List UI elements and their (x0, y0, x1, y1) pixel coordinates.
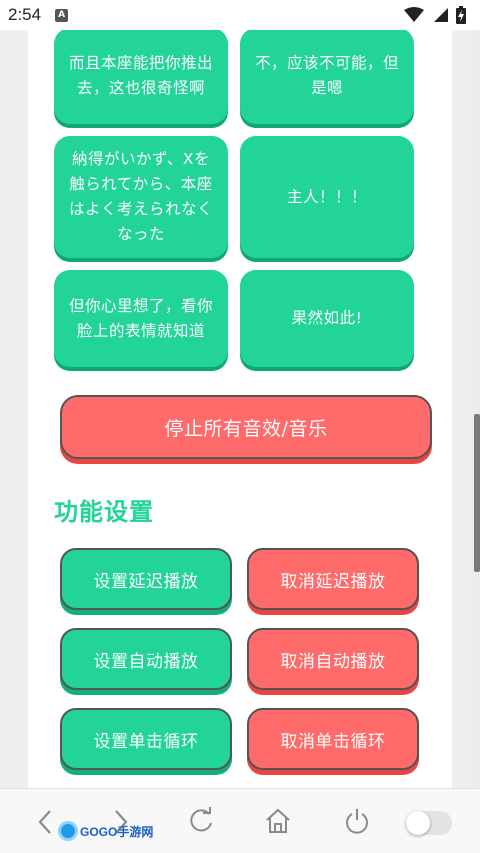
sound-tile[interactable]: 納得がいかず、Xを触られてから、本座はよく考えられなくなった (54, 136, 228, 258)
home-icon[interactable] (264, 807, 292, 835)
content-page[interactable]: 而且本座能把你推出去，这也很奇怪啊 不，应该不可能，但是嗯 納得がいかず、Xを触… (28, 30, 452, 788)
set-click-loop-button[interactable]: 设置单击循环 (60, 708, 232, 770)
sound-tile[interactable]: 主人！！！ (240, 136, 414, 258)
gogo-watermark-logo: GOGO手游网 (58, 821, 153, 841)
toggle-knob (406, 811, 430, 835)
back-icon[interactable] (36, 809, 54, 835)
wifi-icon (404, 7, 424, 22)
cancel-delay-play-button[interactable]: 取消延迟播放 (247, 548, 419, 610)
sound-tile[interactable]: 不，应该不可能，但是嗯 (240, 30, 414, 124)
mode-toggle-switch[interactable] (406, 811, 452, 835)
refresh-icon[interactable] (188, 807, 214, 835)
notification-a-icon: A (55, 8, 69, 22)
status-time: 2:54 (8, 5, 42, 24)
power-icon[interactable] (344, 807, 370, 835)
stop-all-sounds-button[interactable]: 停止所有音效/音乐 (60, 395, 432, 459)
signal-icon (434, 8, 448, 22)
scrollbar-thumb[interactable] (474, 414, 480, 572)
sound-tile[interactable]: 而且本座能把你推出去，这也很奇怪啊 (54, 30, 228, 124)
watermark-logo-icon (58, 821, 78, 841)
sound-tile[interactable]: 但你心里想了，看你脸上的表情就知道 (54, 270, 228, 367)
set-delay-play-button[interactable]: 设置延迟播放 (60, 548, 232, 610)
watermark-brand: GOGO手游网 (80, 824, 154, 839)
scrollbar-track[interactable] (472, 30, 480, 788)
cancel-auto-play-button[interactable]: 取消自动播放 (247, 628, 419, 690)
function-settings-title: 功能设置 (54, 498, 154, 526)
sound-tile[interactable]: 果然如此! (240, 270, 414, 367)
browser-nav-bar: GOGO手游网 (0, 788, 480, 853)
status-bar: 2:54 A (0, 0, 480, 30)
set-auto-play-button[interactable]: 设置自动播放 (60, 628, 232, 690)
battery-charging-icon (456, 6, 466, 24)
status-icons (404, 6, 466, 24)
cancel-click-loop-button[interactable]: 取消单击循环 (247, 708, 419, 770)
